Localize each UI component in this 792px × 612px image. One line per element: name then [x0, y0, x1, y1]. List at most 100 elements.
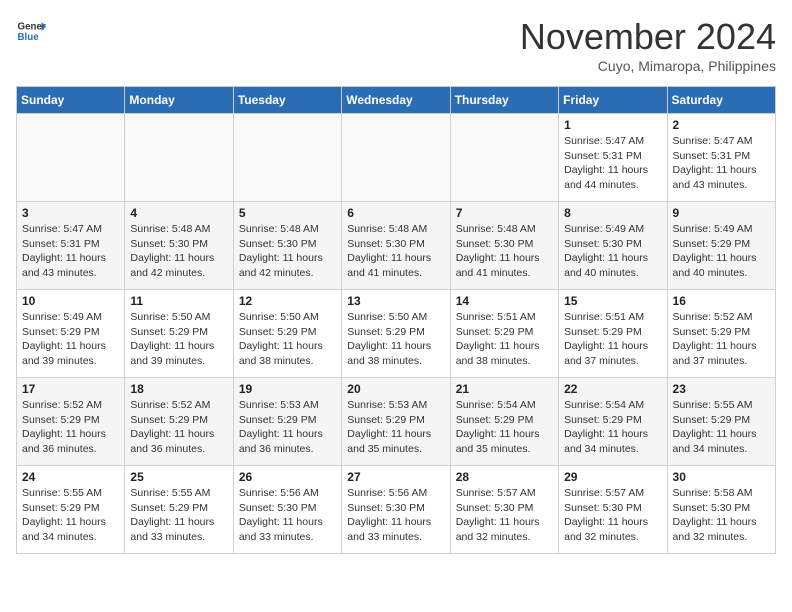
day-number: 1	[564, 118, 661, 132]
weekday-header-sunday: Sunday	[17, 87, 125, 114]
day-number: 12	[239, 294, 336, 308]
calendar-table: SundayMondayTuesdayWednesdayThursdayFrid…	[16, 86, 776, 554]
day-number: 19	[239, 382, 336, 396]
day-info: Sunrise: 5:58 AM Sunset: 5:30 PM Dayligh…	[673, 486, 770, 545]
week-row-3: 10Sunrise: 5:49 AM Sunset: 5:29 PM Dayli…	[17, 290, 776, 378]
calendar-cell: 10Sunrise: 5:49 AM Sunset: 5:29 PM Dayli…	[17, 290, 125, 378]
day-info: Sunrise: 5:48 AM Sunset: 5:30 PM Dayligh…	[347, 222, 444, 281]
calendar-cell: 16 Sunrise: 5:52 AM Sunset: 5:29 PM Dayli…	[667, 290, 775, 378]
day-info: Sunrise: 5:55 AM Sunset: 5:29 PM Dayligh…	[673, 398, 770, 457]
logo-icon: General Blue	[16, 16, 46, 46]
day-number: 21	[456, 382, 553, 396]
day-number: 20	[347, 382, 444, 396]
day-info: Sunrise: 5:49 AM Sunset: 5:29 PM Dayligh…	[673, 222, 770, 281]
weekday-header-thursday: Thursday	[450, 87, 558, 114]
day-number: 29	[564, 470, 661, 484]
day-info: Sunrise: 5:57 AM Sunset: 5:30 PM Dayligh…	[564, 486, 661, 545]
day-number: 3	[22, 206, 119, 220]
day-number: 14	[456, 294, 553, 308]
day-number: 22	[564, 382, 661, 396]
calendar-cell: 30Sunrise: 5:58 AM Sunset: 5:30 PM Dayli…	[667, 466, 775, 554]
day-number: 23	[673, 382, 770, 396]
calendar-cell: 8 Sunrise: 5:49 AM Sunset: 5:30 PM Daylig…	[559, 202, 667, 290]
day-info: Sunrise: 5:47 AM Sunset: 5:31 PM Dayligh…	[564, 134, 661, 193]
day-info: Sunrise: 5:55 AM Sunset: 5:29 PM Dayligh…	[22, 486, 119, 545]
day-number: 16	[673, 294, 770, 308]
week-row-4: 17 Sunrise: 5:52 AM Sunset: 5:29 PM Dayli…	[17, 378, 776, 466]
day-info: Sunrise: 5:51 AM Sunset: 5:29 PM Dayligh…	[564, 310, 661, 369]
weekday-header-wednesday: Wednesday	[342, 87, 450, 114]
weekday-header-row: SundayMondayTuesdayWednesdayThursdayFrid…	[17, 87, 776, 114]
day-info: Sunrise: 5:49 AM Sunset: 5:29 PM Dayligh…	[22, 310, 119, 369]
page-header: General Blue November 2024 Cuyo, Mimarop…	[16, 16, 776, 74]
calendar-cell	[450, 114, 558, 202]
day-number: 17	[22, 382, 119, 396]
calendar-cell: 21 Sunrise: 5:54 AM Sunset: 5:29 PM Dayli…	[450, 378, 558, 466]
day-info: Sunrise: 5:52 AM Sunset: 5:29 PM Dayligh…	[22, 398, 119, 457]
day-info: Sunrise: 5:53 AM Sunset: 5:29 PM Dayligh…	[347, 398, 444, 457]
svg-text:Blue: Blue	[18, 32, 40, 43]
calendar-cell: 19 Sunrise: 5:53 AM Sunset: 5:29 PM Dayli…	[233, 378, 341, 466]
day-number: 18	[130, 382, 227, 396]
day-info: Sunrise: 5:51 AM Sunset: 5:29 PM Dayligh…	[456, 310, 553, 369]
calendar-cell: 11Sunrise: 5:50 AM Sunset: 5:29 PM Dayli…	[125, 290, 233, 378]
weekday-header-saturday: Saturday	[667, 87, 775, 114]
calendar-cell: 29 Sunrise: 5:57 AM Sunset: 5:30 PM Dayli…	[559, 466, 667, 554]
calendar-cell: 6Sunrise: 5:48 AM Sunset: 5:30 PM Daylig…	[342, 202, 450, 290]
day-info: Sunrise: 5:48 AM Sunset: 5:30 PM Dayligh…	[456, 222, 553, 281]
calendar-cell: 9 Sunrise: 5:49 AM Sunset: 5:29 PM Daylig…	[667, 202, 775, 290]
day-info: Sunrise: 5:47 AM Sunset: 5:31 PM Dayligh…	[22, 222, 119, 281]
day-number: 28	[456, 470, 553, 484]
day-number: 2	[673, 118, 770, 132]
title-block: November 2024 Cuyo, Mimaropa, Philippine…	[520, 16, 776, 74]
calendar-cell: 2 Sunrise: 5:47 AM Sunset: 5:31 PM Daylig…	[667, 114, 775, 202]
location: Cuyo, Mimaropa, Philippines	[520, 58, 776, 74]
calendar-cell	[125, 114, 233, 202]
day-number: 26	[239, 470, 336, 484]
day-number: 4	[130, 206, 227, 220]
weekday-header-friday: Friday	[559, 87, 667, 114]
day-info: Sunrise: 5:54 AM Sunset: 5:29 PM Dayligh…	[564, 398, 661, 457]
day-info: Sunrise: 5:50 AM Sunset: 5:29 PM Dayligh…	[239, 310, 336, 369]
calendar-cell: 13Sunrise: 5:50 AM Sunset: 5:29 PM Dayli…	[342, 290, 450, 378]
day-info: Sunrise: 5:48 AM Sunset: 5:30 PM Dayligh…	[239, 222, 336, 281]
calendar-cell: 3 Sunrise: 5:47 AM Sunset: 5:31 PM Daylig…	[17, 202, 125, 290]
calendar-cell: 12 Sunrise: 5:50 AM Sunset: 5:29 PM Dayli…	[233, 290, 341, 378]
calendar-cell: 1 Sunrise: 5:47 AM Sunset: 5:31 PM Daylig…	[559, 114, 667, 202]
month-title: November 2024	[520, 16, 776, 58]
day-info: Sunrise: 5:53 AM Sunset: 5:29 PM Dayligh…	[239, 398, 336, 457]
calendar-cell: 26 Sunrise: 5:56 AM Sunset: 5:30 PM Dayli…	[233, 466, 341, 554]
day-info: Sunrise: 5:47 AM Sunset: 5:31 PM Dayligh…	[673, 134, 770, 193]
weekday-header-tuesday: Tuesday	[233, 87, 341, 114]
calendar-cell	[342, 114, 450, 202]
logo: General Blue	[16, 16, 46, 46]
calendar-cell: 15 Sunrise: 5:51 AM Sunset: 5:29 PM Dayli…	[559, 290, 667, 378]
day-number: 13	[347, 294, 444, 308]
calendar-cell: 17 Sunrise: 5:52 AM Sunset: 5:29 PM Dayli…	[17, 378, 125, 466]
day-info: Sunrise: 5:50 AM Sunset: 5:29 PM Dayligh…	[130, 310, 227, 369]
week-row-2: 3 Sunrise: 5:47 AM Sunset: 5:31 PM Daylig…	[17, 202, 776, 290]
day-info: Sunrise: 5:56 AM Sunset: 5:30 PM Dayligh…	[239, 486, 336, 545]
day-number: 8	[564, 206, 661, 220]
day-info: Sunrise: 5:56 AM Sunset: 5:30 PM Dayligh…	[347, 486, 444, 545]
day-info: Sunrise: 5:48 AM Sunset: 5:30 PM Dayligh…	[130, 222, 227, 281]
calendar-cell: 4 Sunrise: 5:48 AM Sunset: 5:30 PM Daylig…	[125, 202, 233, 290]
day-info: Sunrise: 5:52 AM Sunset: 5:29 PM Dayligh…	[130, 398, 227, 457]
calendar-cell: 28Sunrise: 5:57 AM Sunset: 5:30 PM Dayli…	[450, 466, 558, 554]
calendar-cell	[233, 114, 341, 202]
day-info: Sunrise: 5:54 AM Sunset: 5:29 PM Dayligh…	[456, 398, 553, 457]
day-info: Sunrise: 5:52 AM Sunset: 5:29 PM Dayligh…	[673, 310, 770, 369]
day-number: 15	[564, 294, 661, 308]
day-info: Sunrise: 5:49 AM Sunset: 5:30 PM Dayligh…	[564, 222, 661, 281]
calendar-cell: 14 Sunrise: 5:51 AM Sunset: 5:29 PM Dayli…	[450, 290, 558, 378]
week-row-1: 1 Sunrise: 5:47 AM Sunset: 5:31 PM Daylig…	[17, 114, 776, 202]
day-number: 9	[673, 206, 770, 220]
calendar-cell: 27 Sunrise: 5:56 AM Sunset: 5:30 PM Dayli…	[342, 466, 450, 554]
weekday-header-monday: Monday	[125, 87, 233, 114]
calendar-cell: 7 Sunrise: 5:48 AM Sunset: 5:30 PM Daylig…	[450, 202, 558, 290]
calendar-cell: 24 Sunrise: 5:55 AM Sunset: 5:29 PM Dayli…	[17, 466, 125, 554]
day-number: 24	[22, 470, 119, 484]
day-number: 27	[347, 470, 444, 484]
day-number: 5	[239, 206, 336, 220]
day-number: 7	[456, 206, 553, 220]
